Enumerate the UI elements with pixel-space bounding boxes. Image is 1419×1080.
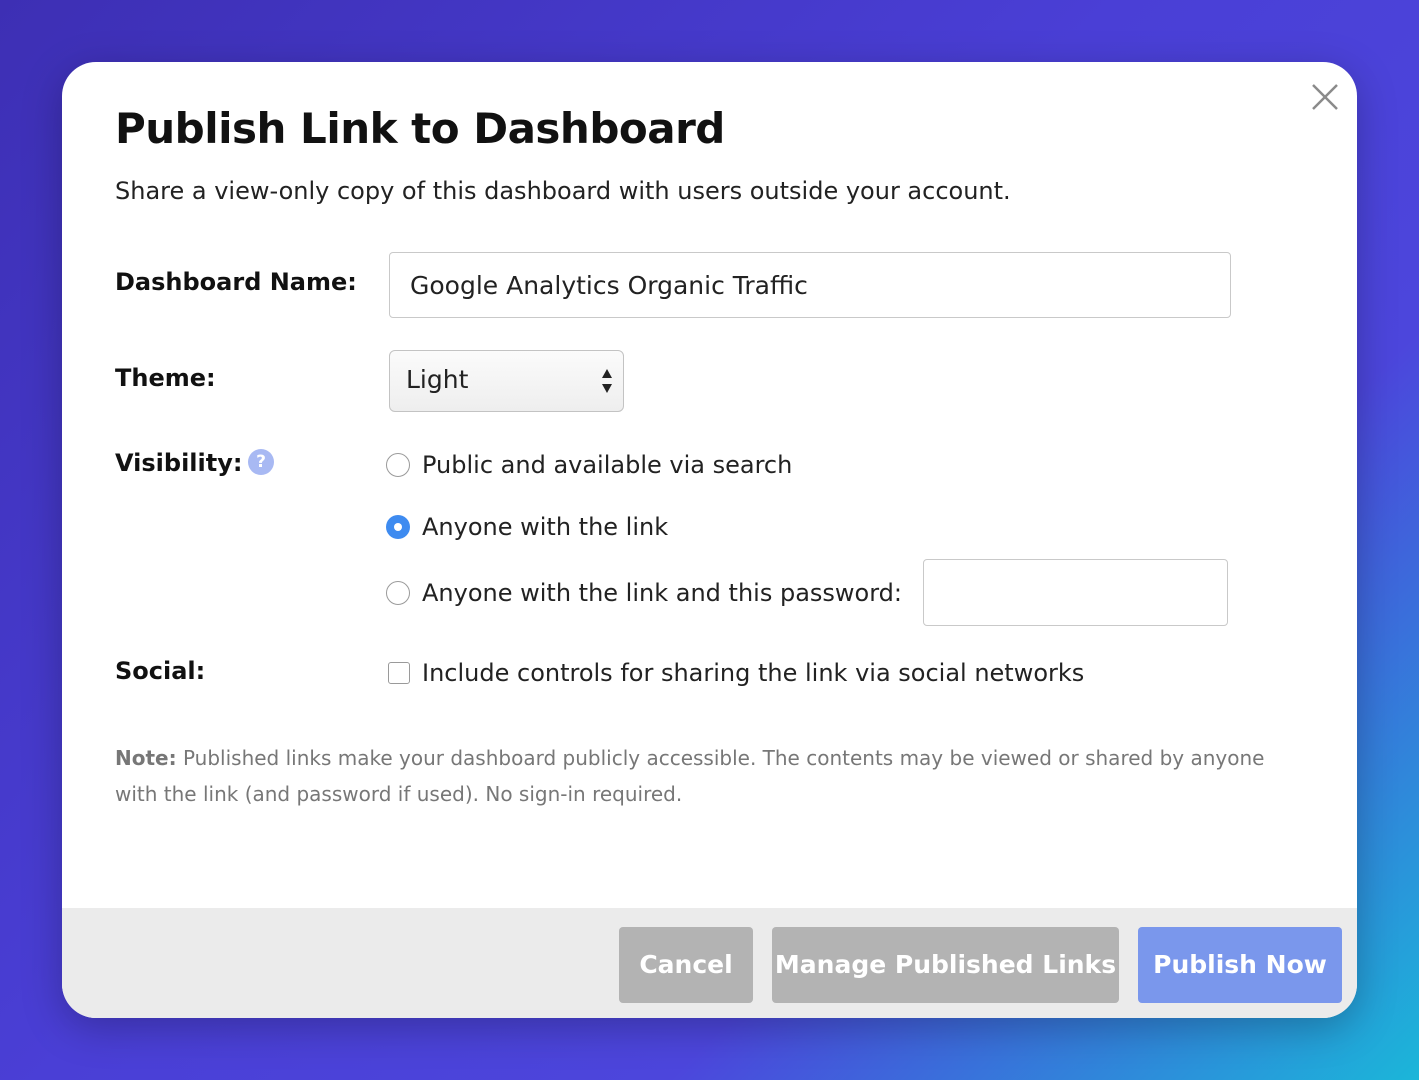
- note-prefix: Note:: [115, 746, 177, 770]
- up-down-arrows-icon: [602, 369, 612, 393]
- question-mark-icon[interactable]: ?: [248, 449, 274, 475]
- password-input[interactable]: [923, 559, 1228, 626]
- dashboard-name-label: Dashboard Name:: [115, 268, 357, 296]
- dialog-footer: Cancel Manage Published Links Publish No…: [62, 908, 1357, 1018]
- theme-select-value: Light: [406, 365, 469, 394]
- radio-password[interactable]: [386, 581, 410, 605]
- visibility-option-password[interactable]: Anyone with the link and this password:: [386, 579, 902, 607]
- dialog-title: Publish Link to Dashboard: [115, 104, 725, 153]
- visibility-option-label: Anyone with the link: [422, 513, 669, 541]
- publish-now-button[interactable]: Publish Now: [1138, 927, 1342, 1003]
- note-body: Published links make your dashboard publ…: [115, 746, 1265, 806]
- radio-link-selected[interactable]: [386, 515, 410, 539]
- social-label: Social:: [115, 657, 206, 685]
- theme-label: Theme:: [115, 364, 216, 392]
- note-text: Note: Published links make your dashboar…: [115, 740, 1295, 812]
- theme-select[interactable]: Light: [389, 350, 624, 412]
- close-icon[interactable]: [1308, 80, 1342, 114]
- visibility-label: Visibility:: [115, 449, 243, 477]
- radio-public[interactable]: [386, 453, 410, 477]
- cancel-button[interactable]: Cancel: [619, 927, 753, 1003]
- social-checkbox[interactable]: [388, 662, 410, 684]
- visibility-option-public[interactable]: Public and available via search: [386, 451, 792, 479]
- social-checkbox-label: Include controls for sharing the link vi…: [422, 659, 1085, 687]
- social-option[interactable]: Include controls for sharing the link vi…: [388, 659, 1084, 687]
- dialog-subtitle: Share a view-only copy of this dashboard…: [115, 177, 1011, 205]
- visibility-option-label: Anyone with the link and this password:: [422, 579, 902, 607]
- visibility-option-link[interactable]: Anyone with the link: [386, 513, 668, 541]
- dashboard-name-input[interactable]: [389, 252, 1231, 318]
- visibility-option-label: Public and available via search: [422, 451, 793, 479]
- publish-link-dialog: Publish Link to Dashboard Share a view-o…: [62, 62, 1357, 1018]
- manage-published-links-button[interactable]: Manage Published Links: [772, 927, 1119, 1003]
